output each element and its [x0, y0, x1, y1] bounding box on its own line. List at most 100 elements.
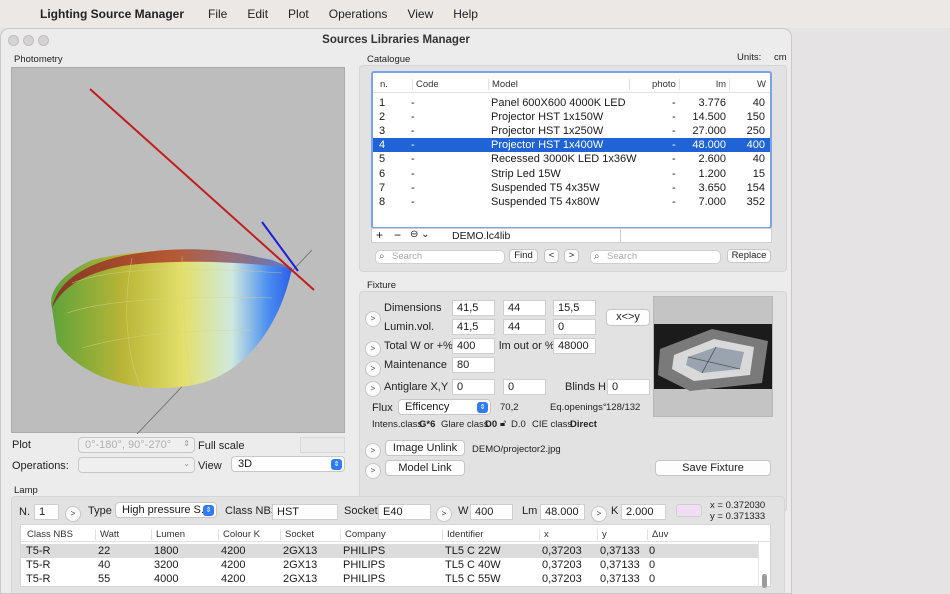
view-select[interactable]: 3D ⇕	[231, 456, 345, 472]
close-window-button[interactable]	[8, 35, 19, 46]
dimension-z-field[interactable]: 15,5	[553, 300, 596, 316]
menu-view[interactable]: View	[407, 7, 433, 21]
col-socket[interactable]: Socket	[280, 529, 314, 540]
col-lm[interactable]: lm	[679, 79, 726, 90]
col-watt[interactable]: Watt	[95, 529, 119, 540]
catalogue-cell-model: Strip Led 15W	[491, 167, 561, 180]
operations-select[interactable]: ⌄	[78, 457, 195, 473]
image-unlink-button[interactable]: Image Unlink	[385, 440, 465, 456]
add-row-button[interactable]: +	[376, 228, 383, 242]
photometry-3d-plot[interactable]	[11, 67, 345, 435]
catalogue-cell-model: Projector HST 1x250W	[491, 125, 604, 138]
blinds-field[interactable]: 0	[607, 379, 650, 395]
lamp-n-expand-button[interactable]: >	[65, 506, 81, 522]
lamp-k-field[interactable]: 2.000	[621, 504, 666, 520]
lamp-n-field[interactable]: 1	[34, 504, 59, 520]
save-fixture-button[interactable]: Save Fixture	[655, 460, 771, 476]
col-identifier[interactable]: Identifier	[442, 529, 483, 540]
lamp-w-field[interactable]: 400	[470, 504, 513, 520]
lamp-type-select[interactable]: High pressure S... ⇕	[115, 502, 217, 518]
catalogue-row[interactable]: 3 - Projector HST 1x250W - 27.000 250	[373, 124, 770, 138]
luminvol-y-field[interactable]: 44	[503, 319, 546, 335]
replace-button[interactable]: Replace	[727, 249, 771, 263]
col-model[interactable]: Model	[488, 79, 518, 90]
lamp-cell: TL5 C 22W	[445, 545, 501, 557]
dimension-y-field[interactable]: 44	[503, 300, 546, 316]
flux-select[interactable]: Efficency ⇕	[398, 399, 491, 415]
catalogue-row[interactable]: 2 - Projector HST 1x150W - 14.500 150	[373, 110, 770, 124]
menu-edit[interactable]: Edit	[247, 7, 268, 21]
lamp-cell: PHILIPS	[343, 545, 386, 557]
menu-help[interactable]: Help	[453, 7, 478, 21]
col-code[interactable]: Code	[412, 79, 439, 90]
model-link-expand-button[interactable]: >	[365, 463, 381, 479]
lamp-row[interactable]: T5-R 40 3200 4200 2GX13 PHILIPS TL5 C 40W 0,372…	[21, 558, 758, 572]
antiglare-x-field[interactable]: 0	[452, 379, 495, 395]
lamp-row[interactable]: T5-R 22 1800 4200 2GX13 PHILIPS TL5 C 22W 0,372…	[21, 544, 758, 558]
catalogue-table[interactable]: n. Code Model photo lm W 1 - Panel 600X600…	[371, 71, 772, 229]
menu-plot[interactable]: Plot	[288, 7, 309, 21]
col-photo[interactable]: photo	[629, 79, 676, 90]
antiglare-y-field[interactable]: 0	[503, 379, 546, 395]
total-w-expand-button[interactable]: >	[365, 341, 381, 357]
col-colour-k[interactable]: Colour K	[218, 529, 260, 540]
col-class-nbs[interactable]: Class NBS	[27, 529, 73, 540]
menu-operations[interactable]: Operations	[329, 7, 388, 21]
col-company[interactable]: Company	[340, 529, 386, 540]
class-nbs-field[interactable]: HST	[272, 504, 338, 520]
options-menu-icon[interactable]: ⊖ ⌄	[410, 229, 430, 240]
maintenance-field[interactable]: 80	[452, 357, 495, 373]
lamp-row[interactable]: T5-R 55 4000 4200 2GX13 PHILIPS TL5 C 55W 0,372…	[21, 572, 758, 586]
catalogue-cell-w: 400	[746, 139, 765, 152]
antiglare-expand-button[interactable]: >	[365, 381, 381, 397]
find-button[interactable]: Find	[509, 249, 538, 263]
lm-out-field[interactable]: 48000	[553, 338, 596, 354]
lm-expand-button[interactable]: >	[591, 506, 607, 522]
socket-expand-button[interactable]: >	[436, 506, 452, 522]
lamp-cell: 0,37133	[600, 545, 640, 557]
catalogue-cell-photo: -	[672, 195, 676, 208]
fixture-photo[interactable]	[653, 296, 773, 417]
dimensions-expand-button[interactable]: >	[365, 311, 381, 327]
lamp-table-scrollbar[interactable]	[758, 542, 770, 588]
catalogue-row[interactable]: 1 - Panel 600X600 4000K LED - 3.776 40	[373, 96, 770, 110]
col-w[interactable]: W	[729, 79, 766, 90]
total-w-field[interactable]: 400	[452, 338, 495, 354]
catalogue-row[interactable]: 5 - Recessed 3000K LED 1x36W - 2.600 40	[373, 152, 770, 166]
find-prev-button[interactable]: <	[544, 249, 559, 263]
find-next-button[interactable]: >	[564, 249, 579, 263]
catalogue-cell-model: Suspended T5 4x35W	[491, 181, 600, 194]
swap-xy-button[interactable]: x<>y	[606, 309, 650, 326]
menu-app-name[interactable]: Lighting Source Manager	[40, 7, 184, 21]
col-x[interactable]: x	[539, 529, 549, 540]
catalogue-row[interactable]: 4 - Projector HST 1x400W - 48.000 400	[373, 138, 770, 153]
col-y[interactable]: y	[597, 529, 607, 540]
catalogue-search-input[interactable]: ⌕ Search	[375, 250, 505, 264]
catalogue-row[interactable]: 7 - Suspended T5 4x35W - 3.650 154	[373, 181, 770, 195]
maintenance-expand-button[interactable]: >	[365, 361, 381, 377]
col-duv[interactable]: Δuv	[647, 529, 668, 540]
zoom-window-button[interactable]	[38, 35, 49, 46]
catalogue-row[interactable]: 8 - Suspended T5 4x80W - 7.000 352	[373, 195, 770, 209]
lamp-lm-field[interactable]: 48.000	[540, 504, 585, 520]
plot-select[interactable]: 0°-180°, 90°-270° ⇕	[78, 437, 195, 453]
luminvol-x-field[interactable]: 41,5	[452, 319, 495, 335]
col-lumen[interactable]: Lumen	[151, 529, 185, 540]
image-unlink-expand-button[interactable]: >	[365, 443, 381, 459]
model-link-button[interactable]: Model Link	[385, 460, 465, 476]
catalogue-cell-w: 40	[752, 97, 765, 109]
luminvol-z-field[interactable]: 0	[553, 319, 596, 335]
col-n[interactable]: n.	[380, 79, 388, 90]
colour-swatch[interactable]	[676, 504, 702, 517]
socket-field[interactable]: E40	[378, 504, 431, 520]
catalogue-cell-lm: 48.000	[692, 139, 726, 152]
full-scale-field[interactable]	[300, 437, 345, 453]
catalogue-cell-model: Suspended T5 4x80W	[491, 195, 600, 208]
catalogue-row[interactable]: 6 - Strip Led 15W - 1.200 15	[373, 167, 770, 181]
lamp-cell: 0	[649, 559, 656, 571]
remove-row-button[interactable]: −	[394, 228, 401, 242]
minimize-window-button[interactable]	[23, 35, 34, 46]
dimension-x-field[interactable]: 41,5	[452, 300, 495, 316]
menu-file[interactable]: File	[208, 7, 227, 21]
replace-search-input[interactable]: ⌕ Search	[590, 250, 721, 264]
